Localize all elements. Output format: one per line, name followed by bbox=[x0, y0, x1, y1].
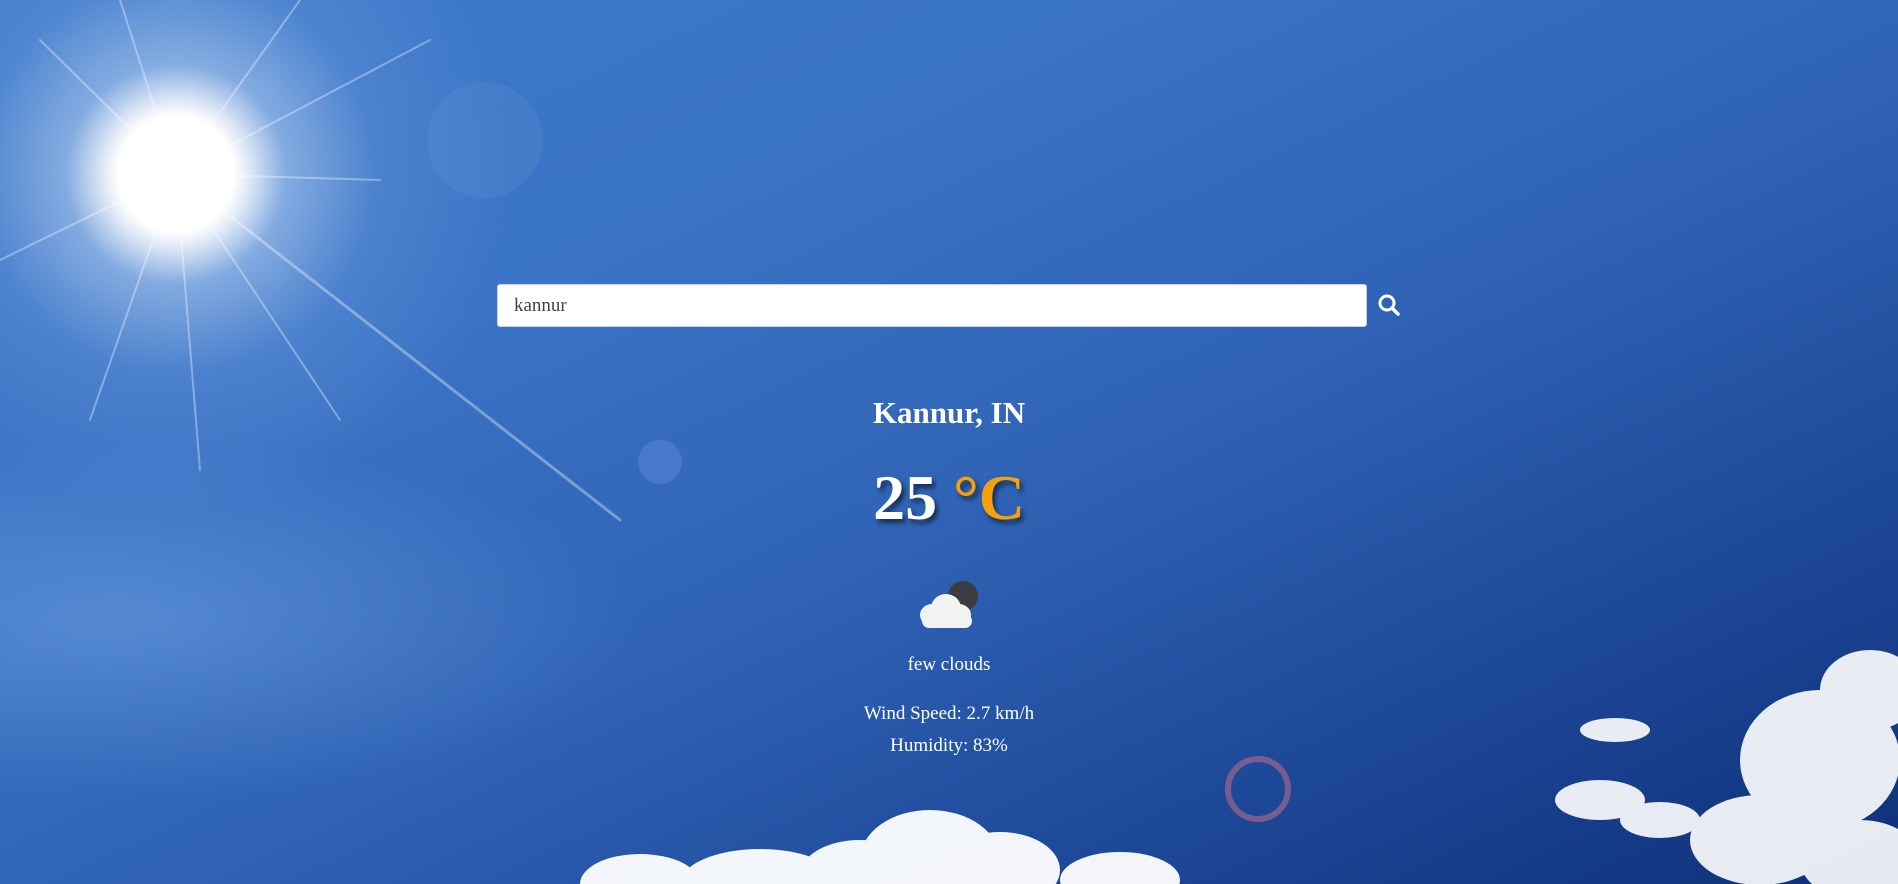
temperature-unit: °C bbox=[953, 462, 1025, 533]
search-icon bbox=[1378, 294, 1400, 316]
temperature-display: 25 °C bbox=[0, 460, 1898, 536]
city-name: Kannur, IN bbox=[872, 395, 1026, 430]
lens-flare bbox=[427, 82, 543, 198]
humidity: Humidity: 83% bbox=[890, 735, 1008, 756]
search-input[interactable] bbox=[497, 284, 1367, 327]
temperature-value: 25 bbox=[873, 462, 938, 533]
weather-description: few clouds bbox=[907, 654, 991, 675]
search-button[interactable] bbox=[1369, 284, 1409, 327]
weather-stats: Wind Speed: 2.7 km/h Humidity: 83% bbox=[0, 698, 1898, 762]
cloud-bottom-center bbox=[580, 810, 1180, 884]
search-bar bbox=[497, 284, 1401, 328]
wind-speed: Wind Speed: 2.7 km/h bbox=[863, 703, 1035, 724]
weather-panel: Kannur, IN 25 °C few clouds Wind Speed: … bbox=[0, 390, 1898, 762]
lens-flare bbox=[1225, 756, 1291, 822]
few-clouds-night-icon bbox=[914, 576, 984, 632]
